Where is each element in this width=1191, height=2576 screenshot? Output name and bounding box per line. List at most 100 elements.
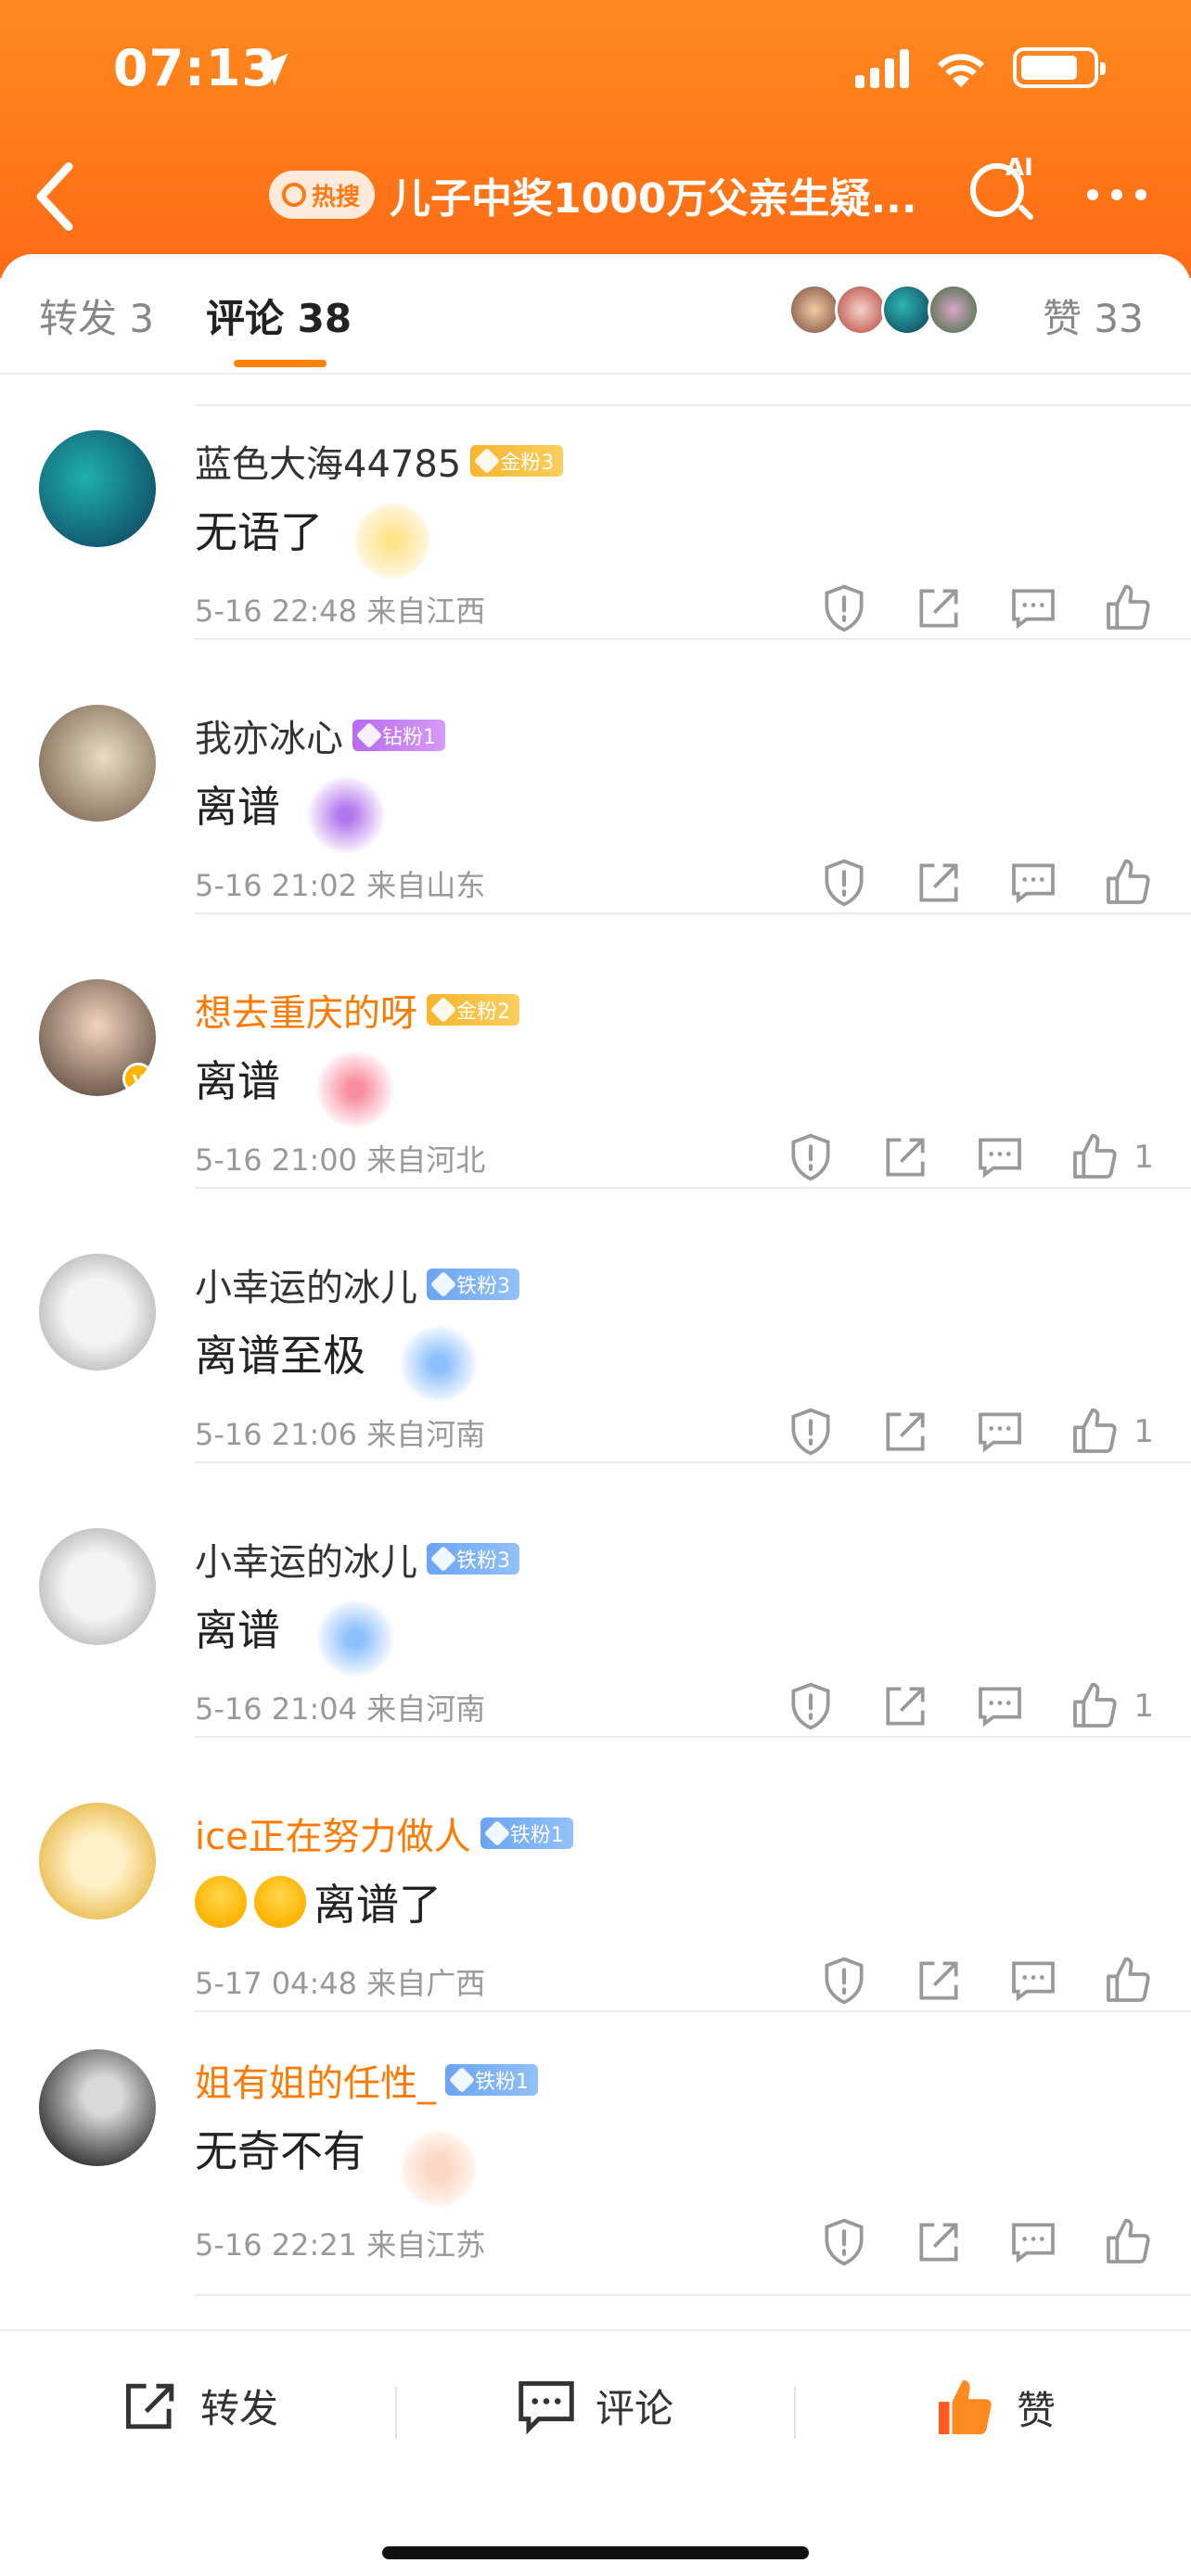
hot-search-label: 热搜: [312, 183, 361, 211]
crown-icon: [429, 996, 457, 1024]
username[interactable]: 想去重庆的呀: [195, 983, 417, 1037]
ai-label: AI: [1005, 154, 1033, 182]
share-icon[interactable]: [879, 1131, 931, 1183]
avatar[interactable]: [39, 2049, 156, 2166]
liker-avatar: [835, 284, 887, 336]
divider: [195, 1461, 1191, 1463]
reply-icon[interactable]: [974, 1406, 1026, 1458]
reply-icon[interactable]: [1007, 857, 1059, 909]
comment-meta: 5-16 21:04 来自河南: [195, 1691, 486, 1727]
reply-icon[interactable]: [1007, 2216, 1059, 2268]
header: 07:13 热搜 儿子中奖1000万父亲生疑... AI: [0, 0, 1191, 278]
avatar[interactable]: [39, 1528, 156, 1645]
comment-meta: 5-16 21:06 来自河南: [195, 1417, 486, 1452]
more-options-icon[interactable]: [1087, 189, 1146, 200]
iron-fan-sticker-icon: [399, 1324, 479, 1404]
reply-icon[interactable]: [1007, 582, 1059, 634]
report-icon[interactable]: [818, 2216, 870, 2268]
repost-label: 转发: [200, 2386, 279, 2431]
report-icon[interactable]: [818, 1955, 870, 2007]
pig-sticker-icon: [399, 2129, 479, 2209]
wifi-icon: [938, 54, 984, 88]
comment-icon: [519, 2380, 574, 2434]
fan-badge-label: 铁粉1: [509, 1824, 564, 1847]
tab-bar: 转发 3 评论 38 赞 33: [0, 254, 1191, 375]
page-title[interactable]: 儿子中奖1000万父亲生疑...: [390, 165, 937, 224]
comment-actions: 1: [742, 1131, 1154, 1183]
avatar[interactable]: [39, 430, 156, 547]
home-indicator[interactable]: [382, 2546, 809, 2559]
avatar[interactable]: v: [39, 979, 156, 1096]
fan-badge: 金粉3: [470, 445, 564, 477]
battery-icon: [1013, 47, 1106, 88]
bottom-action-bar: 转发 评论 赞: [0, 2329, 1191, 2576]
like-icon[interactable]: [1069, 1131, 1121, 1183]
share-icon[interactable]: [879, 1680, 931, 1732]
avatar[interactable]: [39, 1803, 156, 1919]
laugh-cry-emoji-icon: [195, 1876, 247, 1928]
divider: [195, 2010, 1191, 2012]
avatar[interactable]: [39, 705, 156, 822]
repost-button[interactable]: 转发: [121, 2378, 278, 2434]
username[interactable]: ice正在努力做人: [195, 1806, 471, 1860]
like-count: 1: [1133, 1413, 1154, 1450]
comment-text: 离谱: [195, 782, 280, 832]
username[interactable]: 姐有姐的任性_: [195, 2053, 436, 2107]
comments-sheet: 转发 3 评论 38 赞 33 蓝色大海44785 金粉3 无语了 5-16 2…: [0, 254, 1191, 2576]
fan-badge: 金粉2: [427, 994, 519, 1026]
avatar[interactable]: [39, 1254, 156, 1371]
tab-comments[interactable]: 评论 38: [206, 287, 352, 344]
divider: [195, 404, 1191, 406]
share-icon[interactable]: [879, 1406, 931, 1458]
comment-meta: 5-16 21:02 来自山东: [195, 868, 486, 903]
report-icon[interactable]: [785, 1406, 837, 1458]
liked-thumb-icon: [938, 2379, 992, 2435]
like-icon[interactable]: [1102, 582, 1154, 634]
comment-text: 离谱: [195, 1056, 280, 1106]
reply-icon[interactable]: [974, 1131, 1026, 1183]
share-icon[interactable]: [913, 582, 965, 634]
status-indicators: [855, 46, 1106, 89]
comment-header: 姐有姐的任性_ 铁粉1: [195, 2053, 538, 2107]
ai-search-button[interactable]: AI: [965, 154, 1039, 228]
like-icon[interactable]: [1102, 1955, 1154, 2007]
hot-search-badge[interactable]: 热搜: [269, 171, 376, 219]
location-arrow-icon: [255, 53, 288, 86]
reply-icon[interactable]: [974, 1680, 1026, 1732]
comment-meta: 5-16 22:48 来自江西: [195, 593, 486, 629]
comment-header: 蓝色大海44785 金粉3: [195, 434, 564, 488]
report-icon[interactable]: [785, 1680, 837, 1732]
report-icon[interactable]: [818, 582, 870, 634]
back-chevron-icon[interactable]: [32, 159, 78, 234]
comment-button[interactable]: 评论: [516, 2378, 673, 2434]
divider: [195, 1187, 1191, 1189]
like-icon[interactable]: [1069, 1406, 1121, 1458]
reply-icon[interactable]: [1007, 1955, 1059, 2007]
share-icon[interactable]: [913, 1955, 965, 2007]
comment-text: 无语了: [195, 507, 323, 557]
liker-avatars[interactable]: [788, 284, 980, 336]
username[interactable]: 我亦冰心: [195, 708, 343, 762]
comment-actions: 1: [742, 1406, 1154, 1458]
tab-repost[interactable]: 转发 3: [39, 287, 154, 344]
status-bar: 07:13: [0, 0, 1191, 139]
username[interactable]: 小幸运的冰儿: [195, 1532, 417, 1586]
like-icon[interactable]: [1102, 857, 1154, 909]
like-icon[interactable]: [1069, 1680, 1121, 1732]
search-handle-icon: [1017, 203, 1035, 222]
share-icon[interactable]: [913, 857, 965, 909]
share-icon[interactable]: [913, 2216, 965, 2268]
search-icon: [282, 183, 306, 207]
fan-badge-label: 钻粉1: [382, 726, 436, 749]
username[interactable]: 蓝色大海44785: [195, 434, 461, 488]
username[interactable]: 小幸运的冰儿: [195, 1257, 417, 1311]
report-icon[interactable]: [818, 857, 870, 909]
laugh-cry-emoji-icon: [254, 1876, 306, 1928]
fan-badge: 铁粉3: [427, 1269, 519, 1300]
crown-icon: [448, 2066, 476, 2094]
liker-avatar: [928, 284, 980, 336]
report-icon[interactable]: [785, 1131, 837, 1183]
tab-likes[interactable]: 赞 33: [1043, 287, 1144, 344]
like-icon[interactable]: [1102, 2216, 1154, 2268]
like-button[interactable]: 赞: [933, 2378, 1056, 2437]
